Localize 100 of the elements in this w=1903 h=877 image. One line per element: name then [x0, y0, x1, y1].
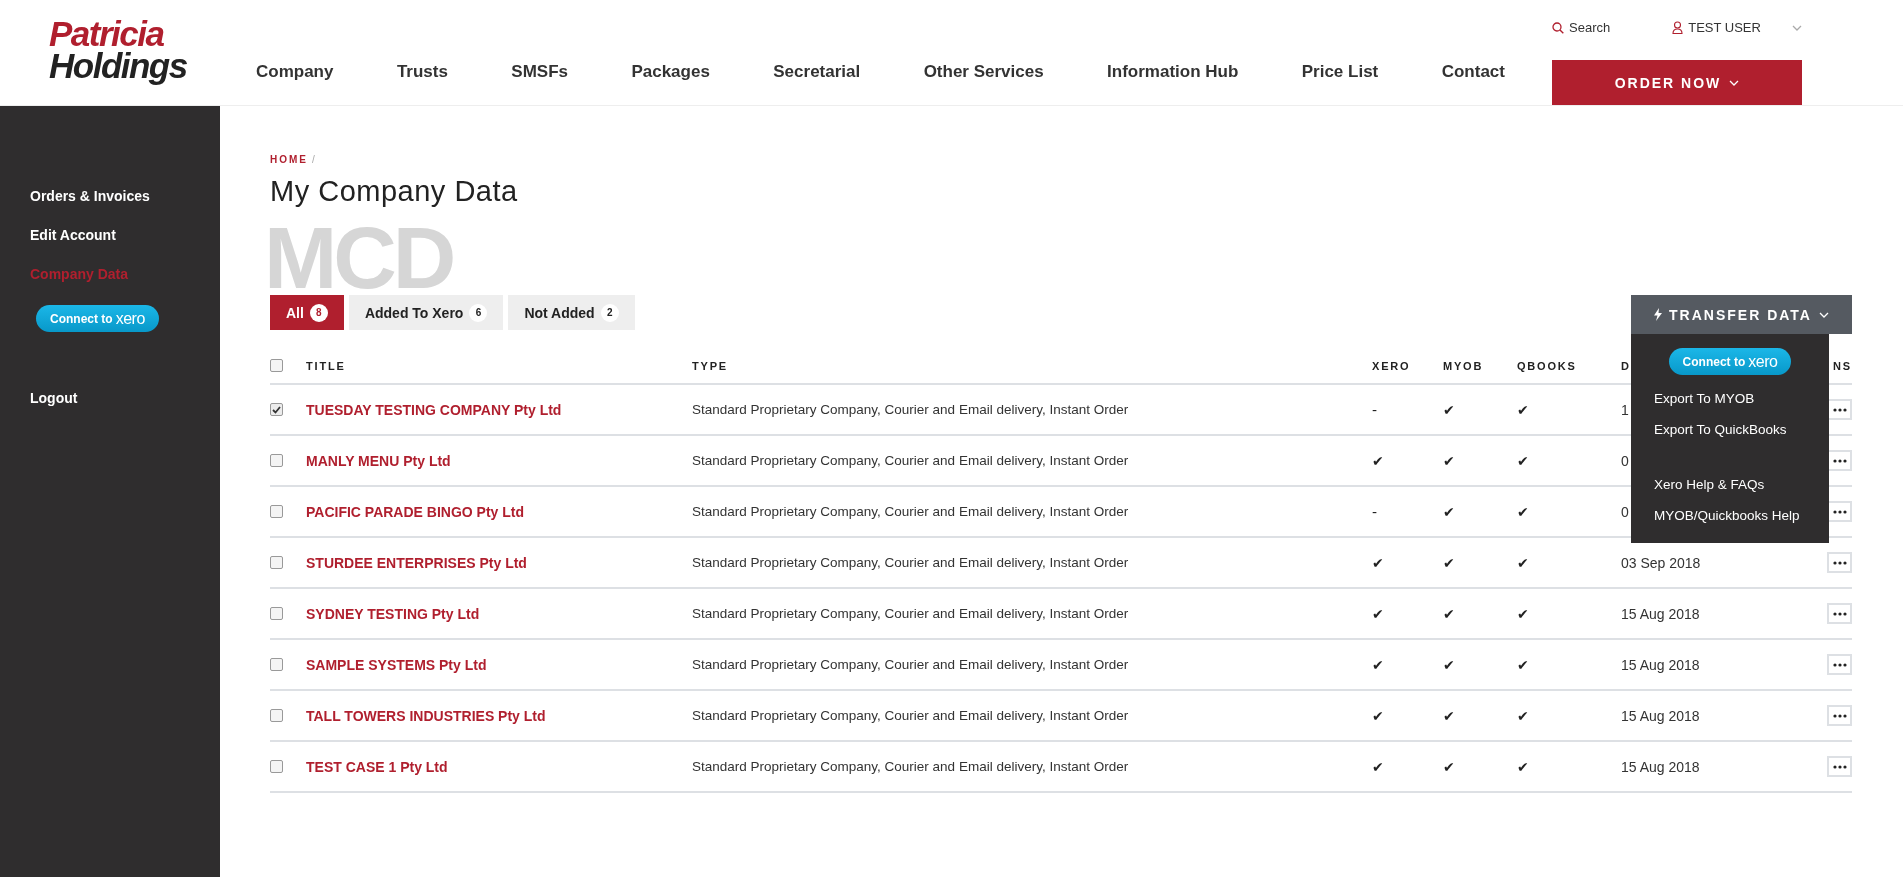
status-mark: ✔ — [1372, 707, 1384, 724]
status-mark: - — [1372, 503, 1378, 520]
ellipsis-icon — [1832, 662, 1847, 667]
filter-tab[interactable]: Not Added 2 — [508, 295, 635, 330]
company-name-link[interactable]: TUESDAY TESTING COMPANY Pty Ltd — [306, 401, 562, 418]
status-mark: ✔ — [1443, 656, 1455, 673]
table-cell: Standard Proprietary Company, Courier and Email delivery, Instant Order — [692, 555, 1129, 570]
status-mark: ✔ — [1517, 401, 1529, 418]
table-cell: Standard Proprietary Company, Courier and Email delivery, Instant Order — [692, 453, 1129, 468]
status-mark: ✔ — [1517, 656, 1529, 673]
more-button[interactable] — [1827, 654, 1852, 675]
search-icon — [1552, 21, 1564, 34]
company-name-link[interactable]: SAMPLE SYSTEMS Pty Ltd — [306, 656, 487, 673]
checkbox[interactable] — [270, 709, 283, 722]
search-link[interactable]: Search — [1552, 20, 1611, 35]
company-name-link[interactable]: PACIFIC PARADE BINGO Pty Ltd — [306, 503, 525, 520]
status-mark: ✔ — [1443, 707, 1455, 724]
caret-icon — [1818, 311, 1829, 318]
more-button[interactable] — [1827, 501, 1852, 522]
menu-item[interactable]: Export To QuickBooks — [1631, 414, 1829, 445]
table-cell: 15 Aug 2018 — [1621, 758, 1700, 775]
caret-icon — [1729, 79, 1740, 86]
company-name-link[interactable]: MANLY MENU Pty Ltd — [306, 452, 451, 469]
menu-item[interactable]: Xero Help & FAQs — [1631, 469, 1829, 500]
nav-link[interactable]: Price List — [1301, 62, 1379, 82]
ellipsis-icon — [1832, 560, 1847, 565]
table-cell: 0 — [1621, 452, 1629, 469]
count-badge: 8 — [309, 303, 328, 322]
status-mark: ✔ — [1372, 554, 1384, 571]
user-menu[interactable]: TEST USER — [1672, 20, 1761, 35]
filter-tab[interactable]: All 8 — [270, 295, 344, 330]
nav-link[interactable]: Secretarial — [773, 62, 861, 82]
table-cell: 15 Aug 2018 — [1621, 656, 1700, 673]
nav-link[interactable]: SMSFs — [511, 62, 568, 82]
table-cell: 0 — [1621, 503, 1629, 520]
sidebar-item[interactable]: Edit Account — [0, 225, 146, 245]
checkbox[interactable] — [270, 403, 283, 416]
column-header: NS — [1833, 359, 1852, 372]
more-button[interactable] — [1827, 603, 1852, 624]
column-header: TYPE — [692, 359, 728, 372]
logout-link[interactable]: Logout — [0, 388, 108, 408]
status-mark: ✔ — [1517, 605, 1529, 622]
menu-item[interactable]: MYOB/Quickbooks Help — [1631, 500, 1829, 531]
table-cell: 03 Sep 2018 — [1621, 554, 1701, 571]
ellipsis-icon — [1832, 509, 1847, 514]
checkbox[interactable] — [270, 359, 283, 372]
order-now-button[interactable]: ORDER NOW — [1552, 60, 1802, 105]
page-title: My Company Data — [270, 175, 519, 208]
status-mark: - — [1372, 401, 1378, 418]
status-mark: ✔ — [1443, 605, 1455, 622]
column-header: QBOOKS — [1517, 359, 1577, 372]
breadcrumb-link[interactable]: HOME — [270, 154, 308, 165]
table-cell: Standard Proprietary Company, Courier and Email delivery, Instant Order — [692, 504, 1129, 519]
nav-link[interactable]: Other Services — [923, 62, 1044, 82]
checkbox[interactable] — [270, 556, 283, 569]
status-mark: ✔ — [1517, 554, 1529, 571]
count-badge: 2 — [600, 303, 619, 322]
company-name-link[interactable]: TALL TOWERS INDUSTRIES Pty Ltd — [306, 707, 546, 724]
status-mark: ✔ — [1443, 401, 1455, 418]
status-mark: ✔ — [1372, 452, 1384, 469]
transfer-data-button[interactable]: TRANSFER DATA — [1631, 295, 1852, 334]
status-mark: ✔ — [1443, 503, 1455, 520]
status-mark: ✔ — [1372, 758, 1384, 775]
company-name-link[interactable]: TEST CASE 1 Pty Ltd — [306, 758, 448, 775]
sidebar-item[interactable]: Orders & Invoices — [0, 186, 180, 206]
ellipsis-icon — [1832, 713, 1847, 718]
ellipsis-icon — [1832, 458, 1847, 463]
menu-item[interactable]: Export To MYOB — [1631, 383, 1829, 414]
status-mark: ✔ — [1443, 452, 1455, 469]
more-button[interactable] — [1827, 552, 1852, 573]
table-cell: 15 Aug 2018 — [1621, 605, 1700, 622]
more-button[interactable] — [1827, 399, 1852, 420]
checkbox[interactable] — [270, 760, 283, 773]
check-icon — [272, 405, 281, 414]
more-button[interactable] — [1827, 756, 1852, 777]
status-mark: ✔ — [1443, 758, 1455, 775]
count-badge: 6 — [469, 303, 488, 322]
nav-link[interactable]: Information Hub — [1107, 62, 1239, 82]
status-mark: ✔ — [1372, 605, 1384, 622]
breadcrumb-separator: / — [312, 154, 315, 165]
checkbox[interactable] — [270, 658, 283, 671]
checkbox[interactable] — [270, 505, 283, 518]
table-cell: Standard Proprietary Company, Courier and Email delivery, Instant Order — [692, 402, 1129, 417]
status-mark: ✔ — [1517, 707, 1529, 724]
checkbox[interactable] — [270, 607, 283, 620]
filter-tab[interactable]: Added To Xero 6 — [348, 295, 504, 330]
column-header: D — [1621, 359, 1631, 372]
status-mark: ✔ — [1517, 758, 1529, 775]
company-name-link[interactable]: SYDNEY TESTING Pty Ltd — [306, 605, 480, 622]
nav-link[interactable]: Company — [256, 62, 334, 82]
lightning-icon — [1654, 308, 1663, 321]
company-name-link[interactable]: STURDEE ENTERPRISES Pty Ltd — [306, 554, 527, 571]
table-cell: Standard Proprietary Company, Courier and Email delivery, Instant Order — [692, 759, 1129, 774]
checkbox[interactable] — [270, 454, 283, 467]
nav-link[interactable]: Packages — [631, 62, 710, 82]
logo-text[interactable]: Patricia — [49, 18, 164, 50]
nav-link[interactable]: Contact — [1441, 62, 1505, 82]
more-button[interactable] — [1827, 450, 1852, 471]
more-button[interactable] — [1827, 705, 1852, 726]
nav-link[interactable]: Trusts — [396, 62, 448, 82]
